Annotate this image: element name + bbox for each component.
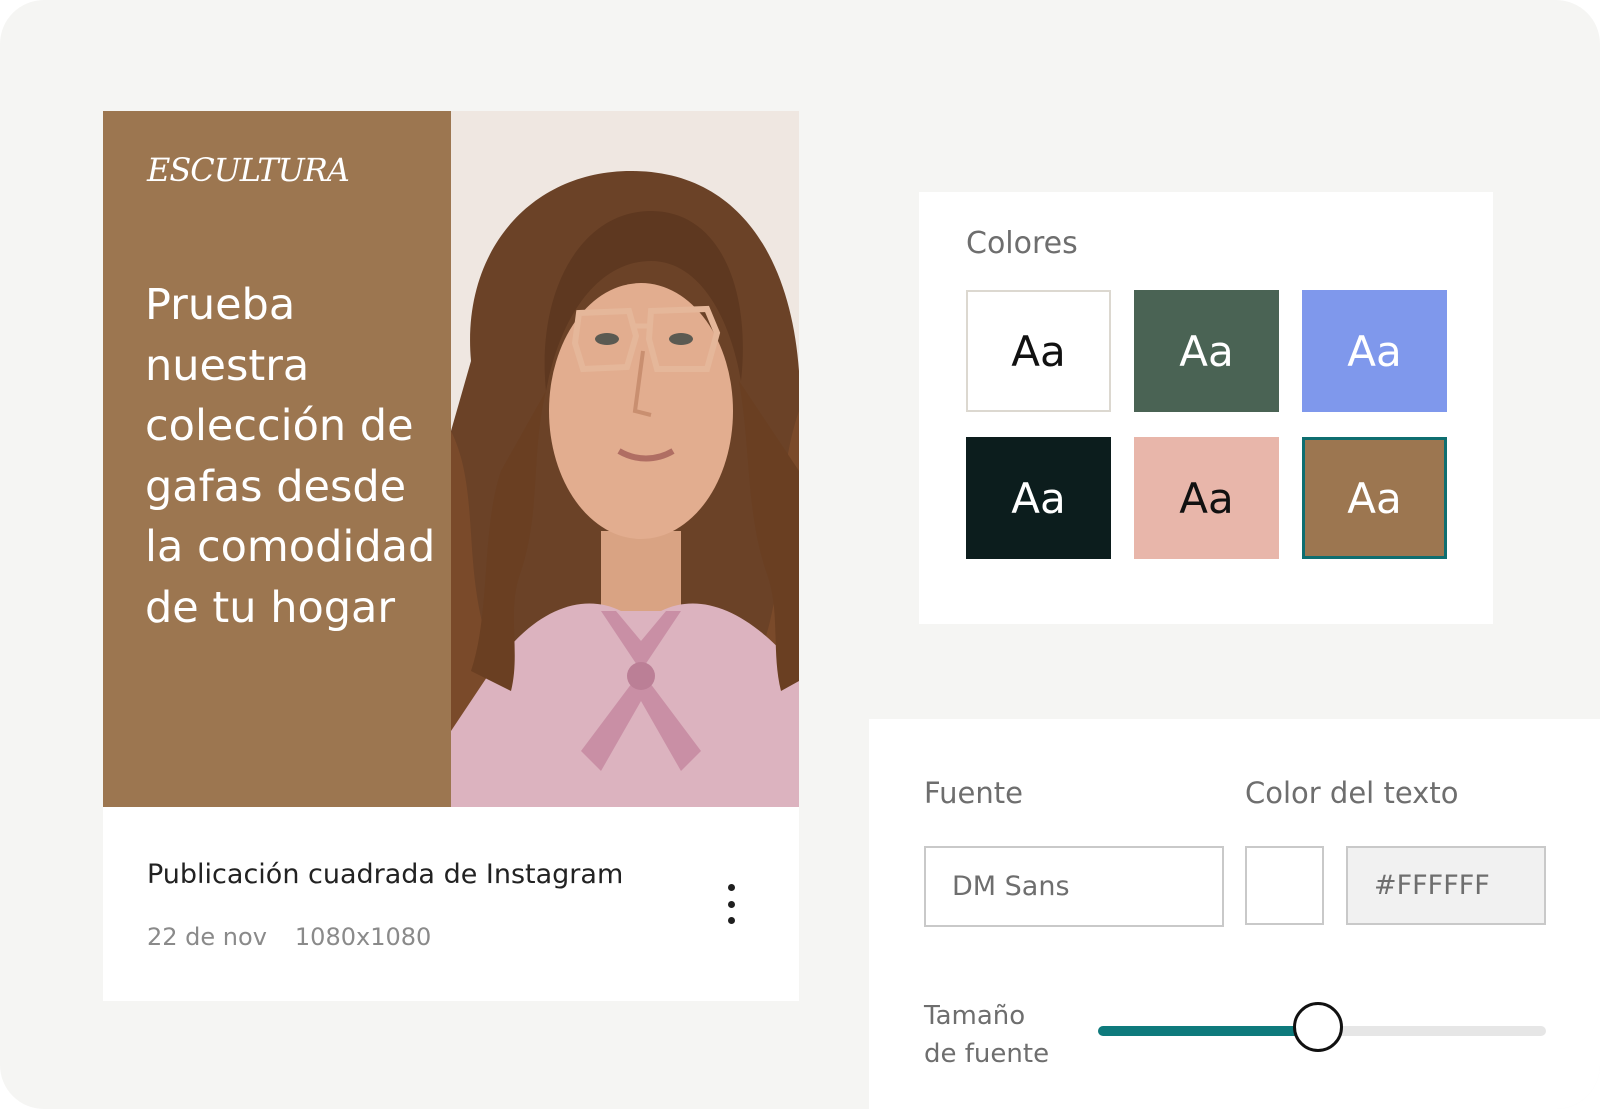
text-color-preview[interactable] bbox=[1245, 846, 1324, 925]
color-swatch-pink[interactable]: Aa bbox=[1134, 437, 1279, 559]
font-settings-panel: Fuente Color del texto DM Sans #FFFFFF T… bbox=[869, 719, 1600, 1109]
post-date: 22 de nov bbox=[147, 923, 267, 951]
text-color-hex-input[interactable]: #FFFFFF bbox=[1346, 846, 1546, 925]
post-meta: 22 de nov 1080x1080 bbox=[147, 923, 431, 951]
colors-label: Colores bbox=[966, 226, 1078, 261]
color-swatch-dark[interactable]: Aa bbox=[966, 437, 1111, 559]
font-size-label: Tamaño de fuente bbox=[924, 997, 1084, 1073]
brand-logo: ESCULTURA bbox=[147, 151, 350, 189]
font-size-label-line2: de fuente bbox=[924, 1039, 1050, 1069]
vertical-ellipsis-icon[interactable] bbox=[719, 884, 743, 924]
post-preview: ESCULTURA Prueba nuestra colección de ga… bbox=[103, 111, 799, 807]
font-size-slider-thumb[interactable] bbox=[1292, 1002, 1343, 1052]
post-size: 1080x1080 bbox=[294, 923, 432, 951]
color-swatch-blue[interactable]: Aa bbox=[1302, 290, 1447, 412]
canvas-background: ESCULTURA Prueba nuestra colección de ga… bbox=[0, 0, 1600, 1109]
color-swatch-green[interactable]: Aa bbox=[1134, 290, 1279, 412]
font-size-label-line1: Tamaño bbox=[924, 1001, 1026, 1031]
model-photo bbox=[451, 111, 799, 807]
font-size-slider-fill bbox=[1098, 1026, 1318, 1036]
font-select[interactable]: DM Sans bbox=[924, 846, 1224, 927]
text-color-label: Color del texto bbox=[1245, 776, 1459, 810]
color-swatch-brown-selected[interactable]: Aa bbox=[1302, 437, 1447, 559]
font-size-slider[interactable] bbox=[1098, 1002, 1546, 1052]
colors-panel: Colores Aa Aa Aa Aa Aa Aa bbox=[919, 192, 1493, 624]
color-swatch-white[interactable]: Aa bbox=[966, 290, 1111, 412]
post-headline: Prueba nuestra colección de gafas desde … bbox=[145, 280, 436, 633]
brand-panel: ESCULTURA Prueba nuestra colección de ga… bbox=[103, 111, 451, 807]
post-title: Publicación cuadrada de Instagram bbox=[147, 859, 624, 890]
font-label: Fuente bbox=[924, 776, 1023, 810]
post-card[interactable]: ESCULTURA Prueba nuestra colección de ga… bbox=[103, 111, 799, 1001]
